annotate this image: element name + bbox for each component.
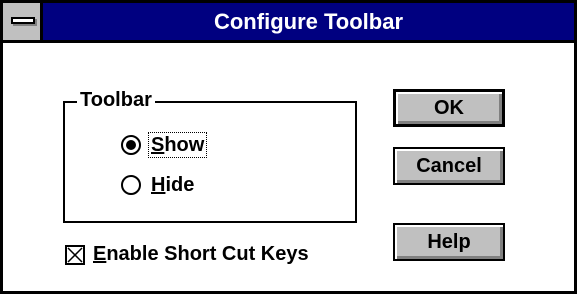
toolbar-groupbox — [63, 101, 357, 223]
configure-toolbar-dialog: Configure Toolbar Toolbar Show Hide Enab… — [0, 0, 577, 294]
title-bar: Configure Toolbar — [3, 3, 574, 43]
enable-shortcut-keys-label: Enable Short Cut Keys — [93, 243, 309, 265]
radio-selected-icon — [121, 135, 141, 155]
radio-hide-label: Hide — [151, 174, 195, 196]
enable-shortcut-keys-checkbox[interactable]: Enable Short Cut Keys — [65, 243, 309, 266]
help-button[interactable]: Help — [393, 223, 505, 261]
radio-show[interactable]: Show — [121, 132, 208, 158]
toolbar-group-label: Toolbar — [77, 89, 155, 111]
checkbox-x-icon — [65, 244, 85, 265]
radio-unselected-icon — [121, 175, 141, 195]
system-menu-icon — [11, 17, 35, 24]
window-title: Configure Toolbar — [213, 9, 404, 34]
cancel-button[interactable]: Cancel — [393, 147, 505, 185]
ok-button[interactable]: OK — [393, 89, 505, 127]
radio-hide[interactable]: Hide — [121, 173, 196, 197]
system-menu-button[interactable] — [3, 3, 43, 40]
radio-show-label: Show — [147, 132, 208, 158]
